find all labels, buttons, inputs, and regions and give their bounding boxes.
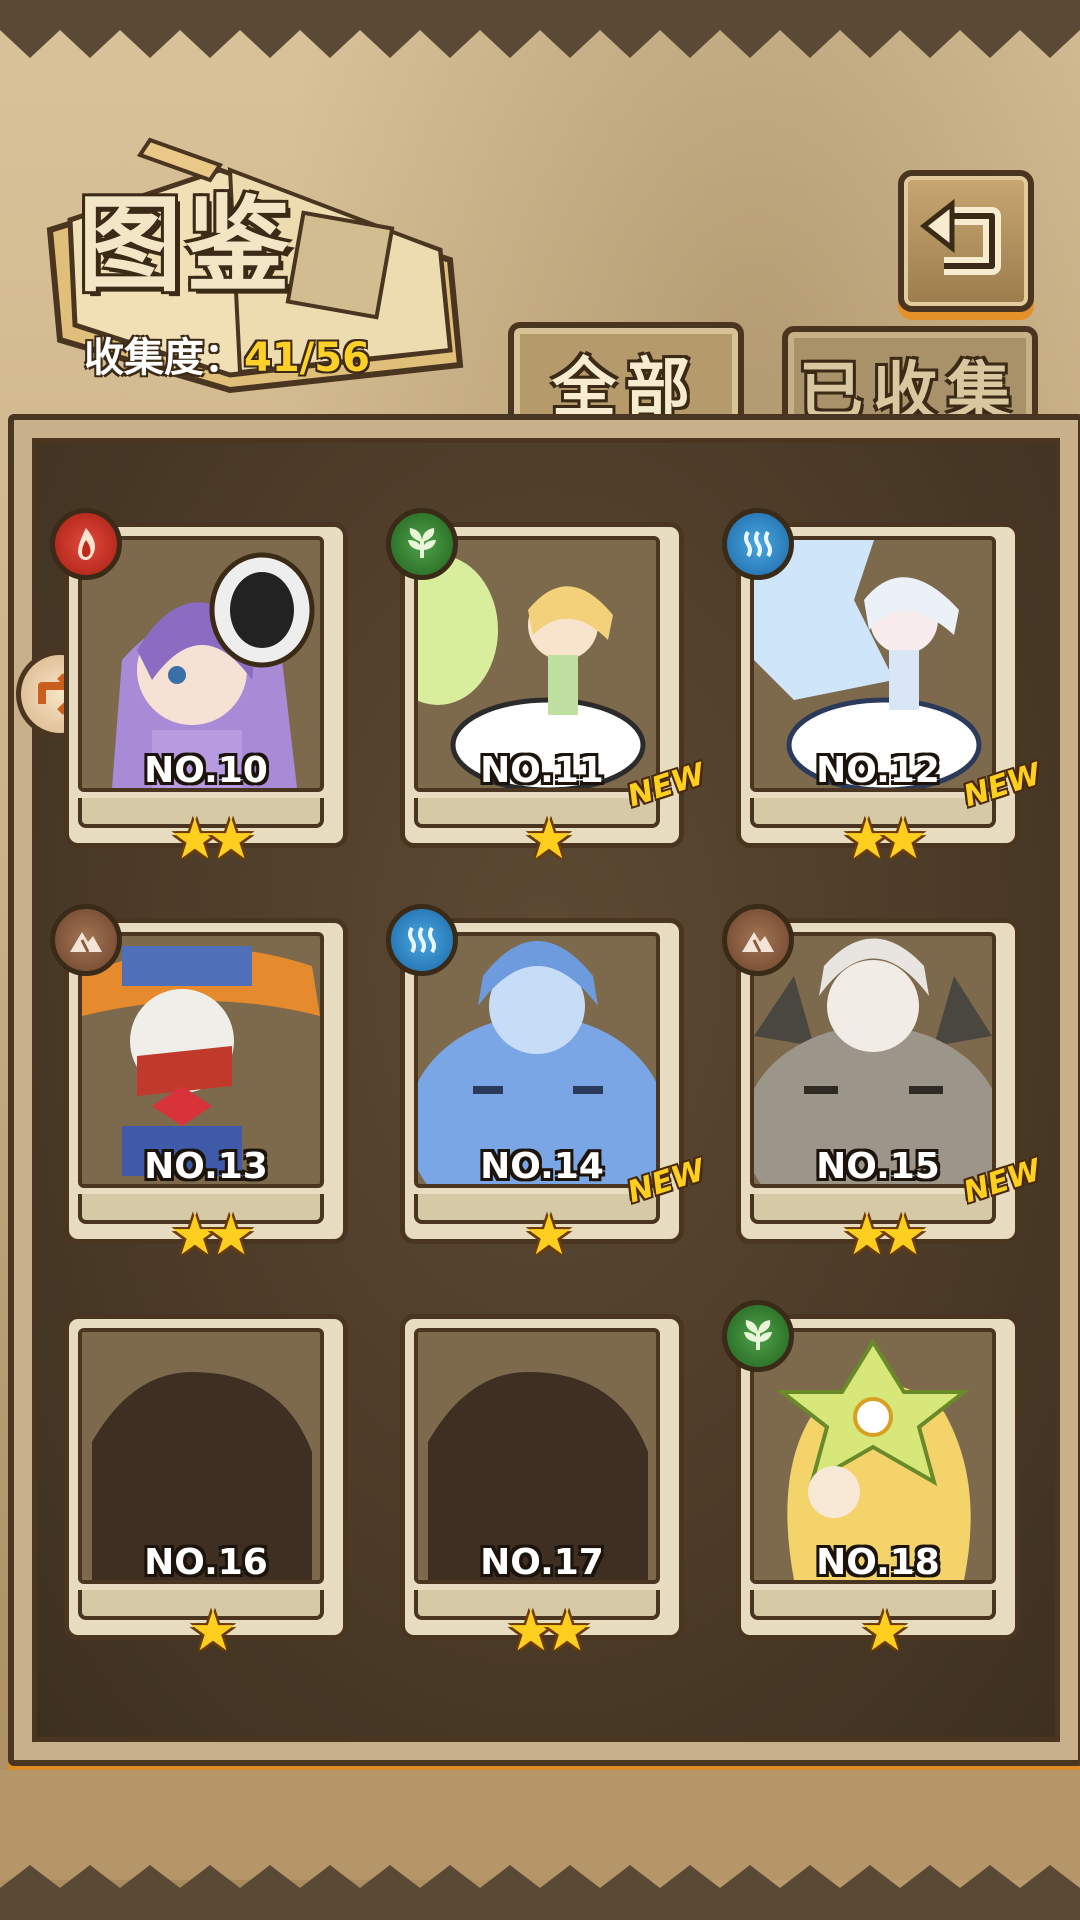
star-rating: ★ (736, 1604, 1020, 1660)
collection-value: 41/56 (244, 335, 370, 381)
grass-icon (722, 1300, 794, 1372)
back-button[interactable] (898, 170, 1034, 312)
bottom-zigzag-border (0, 1770, 1080, 1920)
star-rating: ★★ (400, 1604, 684, 1660)
star-icon: ★ (841, 807, 892, 872)
star-icon: ★ (878, 807, 928, 872)
collection-card[interactable]: NO.11 ★ NEW (386, 508, 709, 876)
collection-card[interactable]: NO.16 ★ (64, 1314, 348, 1668)
collection-label: 收集度： (84, 335, 244, 381)
card-number: NO.18 (816, 1542, 940, 1583)
grass-icon (386, 508, 458, 580)
collection-card[interactable]: NO.15 ★★ NEW (722, 904, 1045, 1272)
star-icon: ★ (523, 1203, 574, 1268)
star-icon: ★ (878, 1203, 928, 1268)
collection-card[interactable]: NO.13 ★★ (50, 904, 348, 1272)
card-number: NO.17 (480, 1542, 604, 1583)
star-rating: ★ (400, 1208, 684, 1264)
card-number: NO.13 (144, 1146, 268, 1187)
star-icon: ★ (841, 1203, 892, 1268)
star-icon: ★ (542, 1599, 592, 1664)
collection-card[interactable]: NO.17 ★★ (400, 1314, 684, 1668)
collection-card[interactable]: NO.18 ★ (722, 1300, 1020, 1668)
earth-icon (50, 904, 122, 976)
card-number: NO.10 (144, 750, 268, 791)
star-rating: ★ (64, 1604, 348, 1660)
star-icon: ★ (206, 1203, 256, 1268)
star-icon: ★ (187, 1599, 238, 1664)
water-icon (386, 904, 458, 976)
star-icon: ★ (859, 1599, 910, 1664)
star-icon: ★ (169, 807, 220, 872)
top-zigzag-border (0, 0, 1080, 58)
page-title: 图鉴 (78, 183, 295, 306)
return-arrow-icon (919, 198, 1001, 275)
star-rating: ★★ (64, 1208, 348, 1264)
collection-card[interactable]: NO.12 ★★ NEW (722, 508, 1045, 876)
star-icon: ★ (523, 807, 574, 872)
star-icon: ★ (206, 807, 256, 872)
star-icon: ★ (505, 1599, 556, 1664)
star-rating: ★★ (64, 812, 348, 868)
star-rating: ★★ (736, 812, 1020, 868)
fire-icon (50, 508, 122, 580)
water-icon (722, 508, 794, 580)
star-rating: ★★ (736, 1208, 1020, 1264)
star-icon: ★ (169, 1203, 220, 1268)
earth-icon (722, 904, 794, 976)
card-number: NO.16 (144, 1542, 268, 1583)
collection-card[interactable]: NO.14 ★ NEW (386, 904, 709, 1272)
collection-card[interactable]: NO.10 ★★ (50, 508, 348, 876)
star-rating: ★ (400, 812, 684, 868)
collection-progress: 收集度：41/56 (84, 325, 370, 383)
